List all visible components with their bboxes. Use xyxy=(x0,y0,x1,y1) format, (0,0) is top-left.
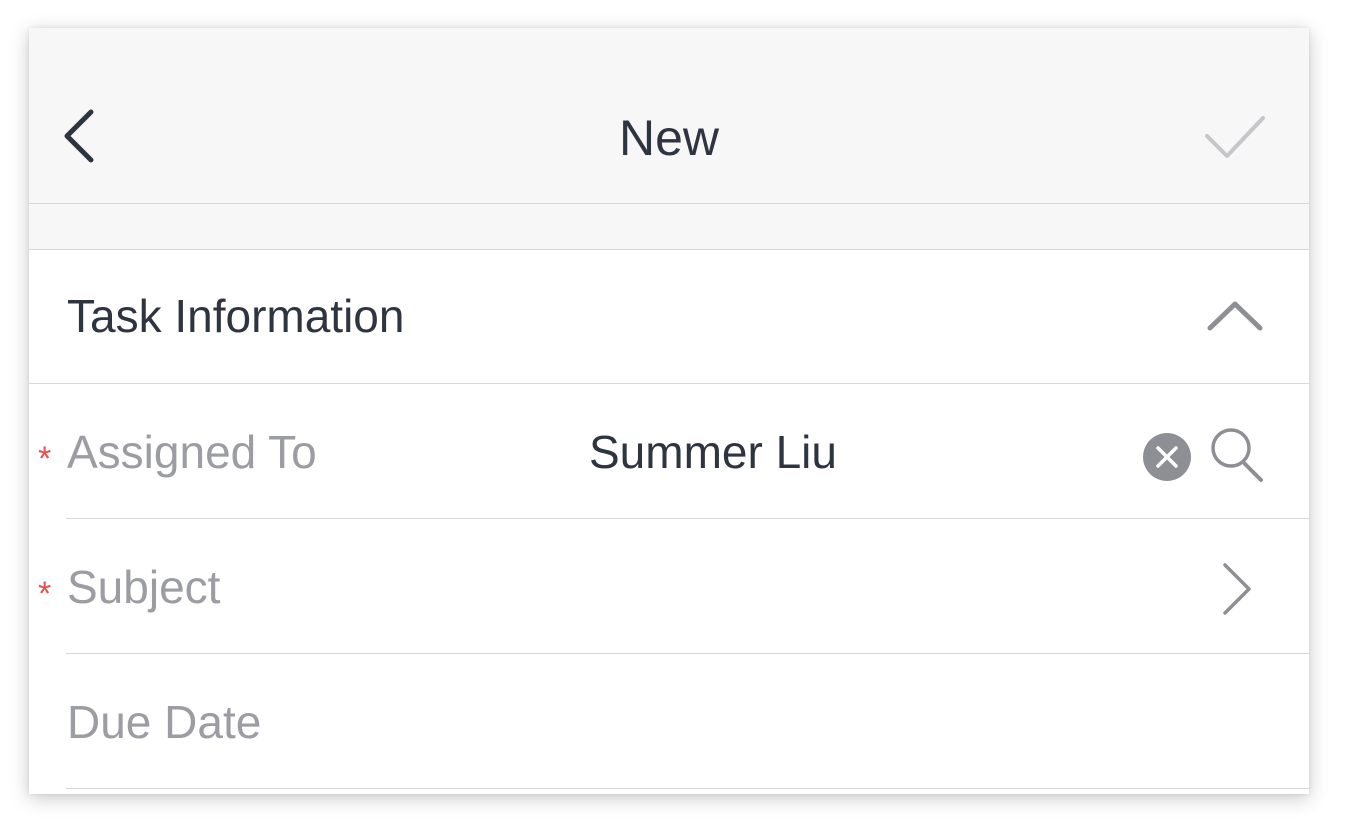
clear-icon xyxy=(1143,433,1191,481)
page-title: New xyxy=(618,110,720,166)
chevron-up-icon xyxy=(1207,301,1263,331)
assigned-to-label: Assigned To xyxy=(67,426,317,478)
collapse-section-button[interactable] xyxy=(1204,296,1266,336)
field-row-due-date[interactable]: Due Date xyxy=(29,654,1309,789)
search-icon xyxy=(1211,428,1263,482)
checkmark-icon xyxy=(1205,116,1265,158)
required-indicator: * xyxy=(38,575,52,613)
section-spacer xyxy=(29,204,1309,250)
assigned-to-value[interactable]: Summer Liu xyxy=(589,424,837,480)
row-divider xyxy=(66,788,1309,789)
section-title: Task Information xyxy=(67,290,405,342)
chevron-right-icon xyxy=(1223,563,1251,615)
search-button[interactable] xyxy=(1209,426,1265,484)
due-date-label: Due Date xyxy=(67,696,262,748)
field-row-assigned-to[interactable]: * Assigned To Summer Liu xyxy=(29,384,1309,519)
done-button[interactable] xyxy=(1201,110,1269,164)
subject-open-button[interactable] xyxy=(1219,559,1255,619)
field-row-subject[interactable]: * Subject xyxy=(29,519,1309,654)
subject-label: Subject xyxy=(67,561,221,613)
clear-button[interactable] xyxy=(1143,433,1191,481)
task-form-screen: New Task Information * Assigned To Summe… xyxy=(29,28,1309,794)
required-indicator: * xyxy=(38,440,52,478)
section-header-task-information[interactable]: Task Information xyxy=(29,250,1309,384)
navigation-bar: New xyxy=(29,28,1309,204)
